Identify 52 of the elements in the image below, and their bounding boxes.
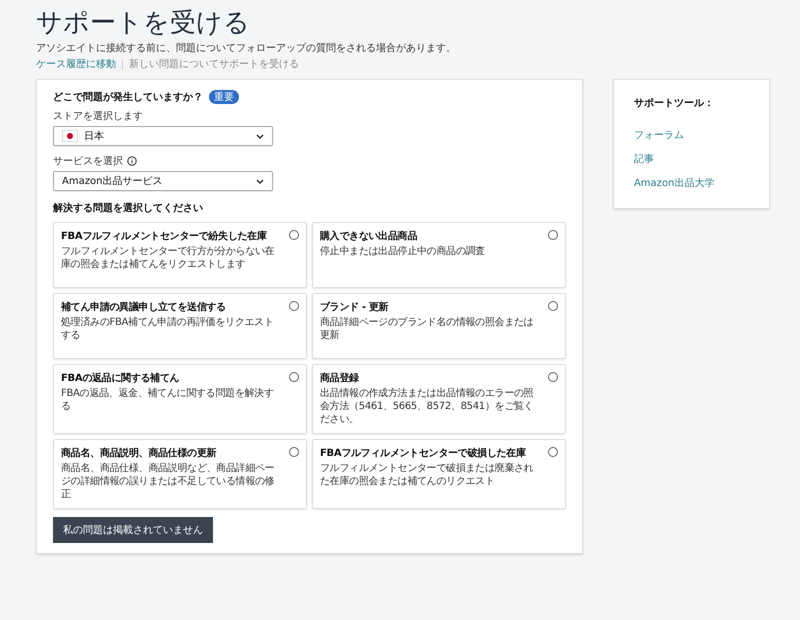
issue-description: 商品詳細ページのブランド名の情報の照会または更新 — [320, 316, 534, 342]
issues-heading: 解決する問題を選択してください — [53, 202, 204, 215]
sidebar-title: サポートツール： — [634, 97, 715, 110]
issue-card[interactable]: 商品登録 出品情報の作成方法または出品情報のエラーの照会方法（5461、5665、8572、8541）をご覧ください。 — [312, 364, 566, 434]
store-select[interactable]: 日本 — [53, 126, 273, 146]
issue-card[interactable]: FBAフルフィルメントセンターで紛失した在庫 フルフィルメントセンターで行方が分からない在庫の照会または補てんをリクエストします — [53, 222, 307, 288]
service-label: サービスを選択 — [53, 155, 123, 168]
not-listed-button[interactable]: 私の問題は掲載されていません — [53, 517, 213, 543]
radio-button[interactable] — [288, 230, 299, 240]
radio-button[interactable] — [288, 447, 299, 457]
issue-card[interactable]: 商品名、商品説明、商品仕様の更新 商品名、商品仕様、商品説明など、商品詳細ページの詳細情報の誤りまたは不足している情報の修正 — [53, 439, 307, 509]
case-history-link[interactable]: ケース履歴に移動 — [36, 57, 116, 71]
page-title: サポートを受ける — [36, 8, 251, 38]
issue-title: 商品登録 — [320, 372, 360, 385]
radio-button[interactable] — [548, 301, 558, 311]
issue-description: FBAの返品、返金、補てんに関する問題を解決する — [61, 387, 275, 413]
chevron-icon — [256, 178, 264, 184]
issue-title: 補てん申請の異議申し立てを送信する — [61, 301, 227, 314]
issue-card[interactable]: 購入できない出品商品 停止中または出品停止中の商品の調査 — [312, 222, 566, 288]
issue-card[interactable]: FBAフルフィルメントセンターで破損した在庫 フルフィルメントセンターで破損または廃棄された在庫の照会または補てんのリクエスト — [312, 439, 566, 509]
radio-button[interactable] — [548, 372, 558, 382]
issue-card[interactable]: ブランド - 更新 商品詳細ページのブランド名の情報の照会または更新 — [312, 293, 566, 359]
service-select[interactable]: Amazon出品サービス — [53, 171, 273, 191]
question-label: どこで問題が発生していますか？ — [53, 90, 203, 104]
issue-title: 商品名、商品説明、商品仕様の更新 — [61, 447, 218, 460]
issue-card[interactable]: FBAの返品に関する補てん FBAの返品、返金、補てんに関する問題を解決する — [53, 364, 307, 434]
issue-title: FBAフルフィルメントセンターで紛失した在庫 — [61, 230, 268, 243]
issue-description: フルフィルメントセンターで行方が分からない在庫の照会または補てんをリクエストします — [61, 245, 276, 271]
sidebar-link[interactable]: フォーラム — [634, 128, 749, 142]
issue-description: 商品名、商品仕様、商品説明など、商品詳細ページの詳細情報の誤りまたは不足している情報の修正 — [61, 462, 276, 501]
sidebar-link[interactable]: 記事 — [634, 152, 749, 166]
store-label: ストアを選択します — [53, 110, 144, 123]
issue-title: FBAフルフィルメントセンターで破損した在庫 — [320, 447, 527, 460]
flag-icon — [62, 130, 78, 142]
subtitle: アソシエイトに接続する前に、問題についてフォローアップの質問をされる場合があります。 — [36, 42, 457, 55]
info-icon[interactable] — [127, 156, 137, 166]
issue-title: ブランド - 更新 — [320, 301, 390, 314]
issue-title: 購入できない出品商品 — [320, 230, 418, 243]
issue-description: 出品情報の作成方法または出品情報のエラーの照会方法（5461、5665、8572、8541）をご覧ください。 — [320, 387, 534, 426]
radio-button[interactable] — [288, 301, 299, 311]
chevron-icon — [256, 134, 264, 138]
required-badge: 重要 — [209, 90, 239, 104]
radio-button[interactable] — [288, 372, 299, 382]
issue-description: 停止中または出品停止中の商品の調査 — [320, 245, 486, 258]
issue-description: 処理済みのFBA補てん申請の再評価をリクエストする — [61, 316, 275, 342]
radio-button[interactable] — [548, 230, 558, 240]
sidebar-link[interactable]: Amazon出品大学 — [634, 176, 749, 190]
issue-card[interactable]: 補てん申請の異議申し立てを送信する 処理済みのFBA補てん申請の再評価をリクエストする — [53, 293, 307, 359]
issue-title: FBAの返品に関する補てん — [61, 372, 180, 385]
breadcrumb-current: 新しい問題についてサポートを受ける — [129, 58, 299, 71]
issue-description: フルフィルメントセンターで破損または廃棄された在庫の照会または補てんのリクエスト — [320, 462, 534, 488]
radio-button[interactable] — [548, 447, 558, 457]
